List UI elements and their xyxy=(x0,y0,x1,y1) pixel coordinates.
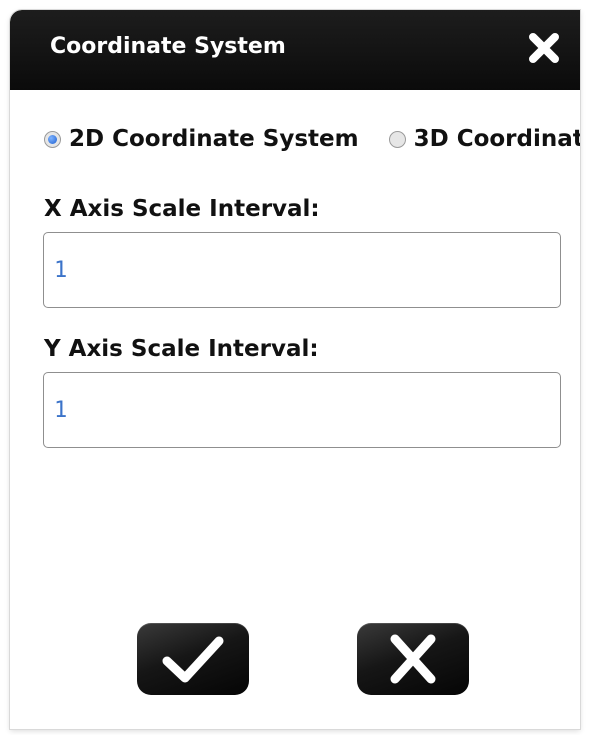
radio-option-2d[interactable]: 2D Coordinate System xyxy=(44,126,359,152)
radio-3d-unselected[interactable] xyxy=(388,130,406,148)
x-axis-scale-input[interactable] xyxy=(43,232,561,308)
close-icon xyxy=(390,634,436,684)
coordinate-type-radio-group: 2D Coordinate System 3D Coordinate Syste… xyxy=(44,126,580,166)
radio-option-3d[interactable]: 3D Coordinate System xyxy=(388,126,580,152)
y-axis-scale-input[interactable] xyxy=(43,372,561,448)
dialog-titlebar: Coordinate System xyxy=(10,10,580,90)
cancel-button[interactable] xyxy=(357,623,469,695)
close-icon[interactable] xyxy=(526,30,562,66)
coordinate-system-dialog: Coordinate System 2D Coordinate System 3… xyxy=(10,10,580,729)
checkmark-icon xyxy=(162,636,224,683)
x-axis-label: X Axis Scale Interval: xyxy=(44,196,320,222)
dialog-title: Coordinate System xyxy=(50,34,286,59)
confirm-button[interactable] xyxy=(137,623,249,695)
radio-3d-label: 3D Coordinate System xyxy=(413,126,580,152)
y-axis-label: Y Axis Scale Interval: xyxy=(44,336,319,362)
radio-2d-label: 2D Coordinate System xyxy=(69,126,359,152)
radio-2d-selected[interactable] xyxy=(44,130,61,148)
